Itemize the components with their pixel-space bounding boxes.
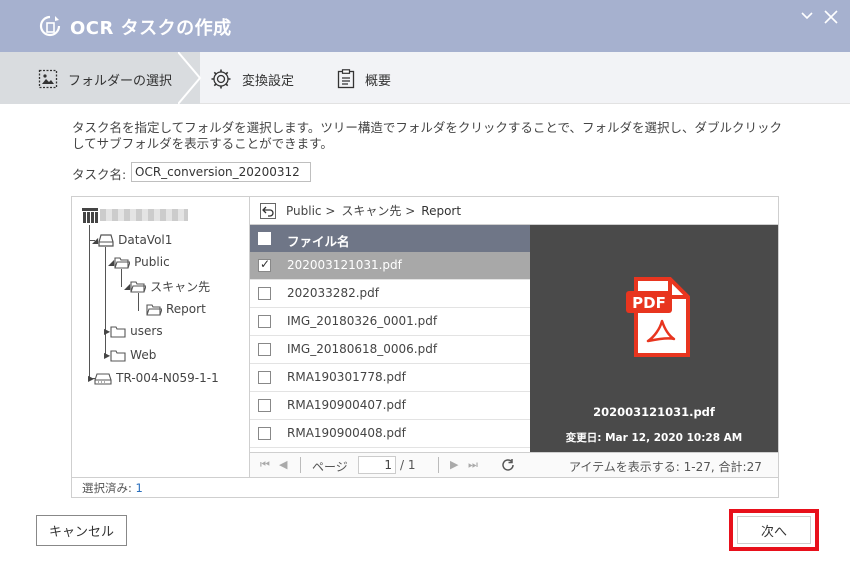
selection-status: 選択済み: 1 [72, 477, 778, 497]
tree-item-scan-destination[interactable]: ◢ スキャン先 [124, 277, 210, 295]
file-name: IMG_20180618_0006.pdf [287, 342, 438, 356]
pagination-bar: ⏮ ◀ ページ / 1 ▶ ⏭ アイテムを表示する: 1-27, 合計:27 [250, 452, 778, 477]
folder-icon [110, 325, 126, 338]
tree-line [138, 293, 139, 311]
folder-browser-panel: ◢ DataVol1 ◢ Public ◢ スキャン先 Report ▶ use… [71, 196, 779, 498]
selected-count: 1 [135, 481, 143, 495]
instructions-text: タスク名を指定してフォルダを選択します。ツリー構造でフォルダをクリックすることで… [72, 120, 783, 151]
page-total: / 1 [400, 458, 416, 472]
tree-item-external-drive[interactable]: ▶ TR-004-N059-1-1 [88, 369, 219, 387]
first-page-icon[interactable]: ⏮ [260, 458, 270, 472]
divider [438, 457, 439, 473]
pdf-label: PDF [632, 294, 666, 312]
task-name-label: タスク名: [72, 167, 127, 182]
drive-icon [98, 233, 114, 247]
file-name: 202033282.pdf [287, 286, 379, 300]
file-row[interactable]: RMA190900407.pdf [250, 392, 530, 420]
next-button[interactable]: 次へ [737, 516, 811, 544]
folder-open-icon [114, 256, 131, 269]
tree-item-public[interactable]: ◢ Public [108, 253, 170, 271]
column-header-filename[interactable]: ファイル名 [287, 231, 350, 250]
external-drive-icon [94, 372, 112, 385]
tree-item-datavol1[interactable]: ◢ DataVol1 [92, 231, 172, 249]
window-title: OCR タスクの作成 [70, 18, 232, 39]
file-row[interactable]: RMA190900408.pdf [250, 420, 530, 448]
file-checkbox[interactable] [258, 399, 271, 412]
file-checkbox[interactable] [258, 315, 271, 328]
tree-line [121, 269, 122, 287]
file-pane: ファイル名 202003121031.pdf 202033282.pdf IMG… [250, 197, 530, 477]
tree-item-web[interactable]: ▶ Web [104, 346, 156, 364]
preview-modified-date: 変更日: Mar 12, 2020 10:28 AM [565, 432, 743, 444]
preview-filename: 202003121031.pdf [593, 405, 715, 419]
file-checkbox[interactable] [258, 427, 271, 440]
title-bar: OCR タスクの作成 [0, 0, 850, 52]
last-page-icon[interactable]: ⏭ [468, 458, 478, 472]
tree-item-users[interactable]: ▶ users [104, 322, 163, 340]
prev-page-icon[interactable]: ◀ [279, 458, 287, 471]
task-name-input[interactable] [131, 162, 311, 182]
folder-open-icon [130, 280, 147, 293]
file-checkbox[interactable] [258, 257, 271, 272]
divider [300, 457, 301, 473]
cancel-button[interactable]: キャンセル [36, 515, 127, 546]
selected-label: 選択済み: [82, 481, 132, 495]
file-name: RMA190301778.pdf [287, 370, 406, 384]
step-folder-selection: フォルダーの選択 [38, 69, 172, 89]
next-button-highlight: 次へ [729, 509, 819, 551]
tree-item-label: TR-004-N059-1-1 [116, 371, 219, 385]
file-row[interactable]: RMA190301778.pdf [250, 364, 530, 392]
tree-item-label: users [130, 324, 163, 338]
page-number-input[interactable] [358, 456, 396, 474]
tree-item-label: Web [130, 348, 157, 362]
file-row[interactable]: 202033282.pdf [250, 280, 530, 308]
file-preview: PDF 202003121031.pdf 変更日: Mar 12, 2020 1… [530, 225, 778, 452]
step-label: フォルダーの選択 [68, 73, 173, 89]
folder-icon [110, 349, 126, 362]
next-page-icon[interactable]: ▶ [450, 458, 458, 471]
close-icon[interactable] [823, 9, 839, 25]
file-checkbox[interactable] [258, 371, 271, 384]
file-row[interactable]: IMG_20180618_0006.pdf [250, 336, 530, 364]
refresh-document-icon [39, 15, 61, 37]
minimize-icon[interactable] [800, 9, 814, 23]
nas-name-blurred [100, 209, 188, 221]
tree-item-label: Public [134, 255, 170, 269]
file-name: RMA190900408.pdf [287, 426, 406, 440]
clipboard-icon [337, 69, 355, 89]
step-arrow [178, 52, 202, 104]
folder-open-icon [146, 303, 162, 316]
file-list: ファイル名 202003121031.pdf 202033282.pdf IMG… [250, 225, 530, 452]
step-conversion-settings: 変換設定 [210, 69, 294, 89]
tree-item-label: スキャン先 [150, 279, 211, 294]
file-name: RMA190900407.pdf [287, 398, 406, 412]
gear-icon [211, 69, 231, 89]
folder-tree: ◢ DataVol1 ◢ Public ◢ スキャン先 Report ▶ use… [72, 197, 250, 477]
tree-item-label: Report [166, 302, 206, 316]
step-label: 概要 [365, 73, 392, 89]
file-row[interactable]: IMG_20180326_0001.pdf [250, 308, 530, 336]
file-name: 202003121031.pdf [287, 258, 402, 272]
file-row[interactable]: 202003121031.pdf [250, 252, 530, 280]
page-label: ページ [312, 460, 348, 474]
select-all-checkbox[interactable] [258, 232, 271, 245]
file-list-header: ファイル名 [250, 225, 530, 252]
step-summary: 概要 [337, 69, 391, 89]
pdf-file-icon: PDF [626, 277, 690, 357]
refresh-icon[interactable] [501, 458, 515, 472]
file-name: IMG_20180326_0001.pdf [287, 314, 438, 328]
tree-item-label: DataVol1 [118, 233, 173, 247]
tree-item-report[interactable]: Report [146, 300, 206, 318]
step-label: 変換設定 [242, 73, 295, 89]
tree-line [89, 225, 90, 378]
items-count-text: アイテムを表示する: 1-27, 合計:27 [569, 460, 762, 474]
file-checkbox[interactable] [258, 287, 271, 300]
image-folder-icon [38, 69, 58, 89]
nas-server-icon [82, 208, 98, 223]
wizard-steps: フォルダーの選択 変換設定 概要 [0, 52, 850, 104]
file-checkbox[interactable] [258, 343, 271, 356]
